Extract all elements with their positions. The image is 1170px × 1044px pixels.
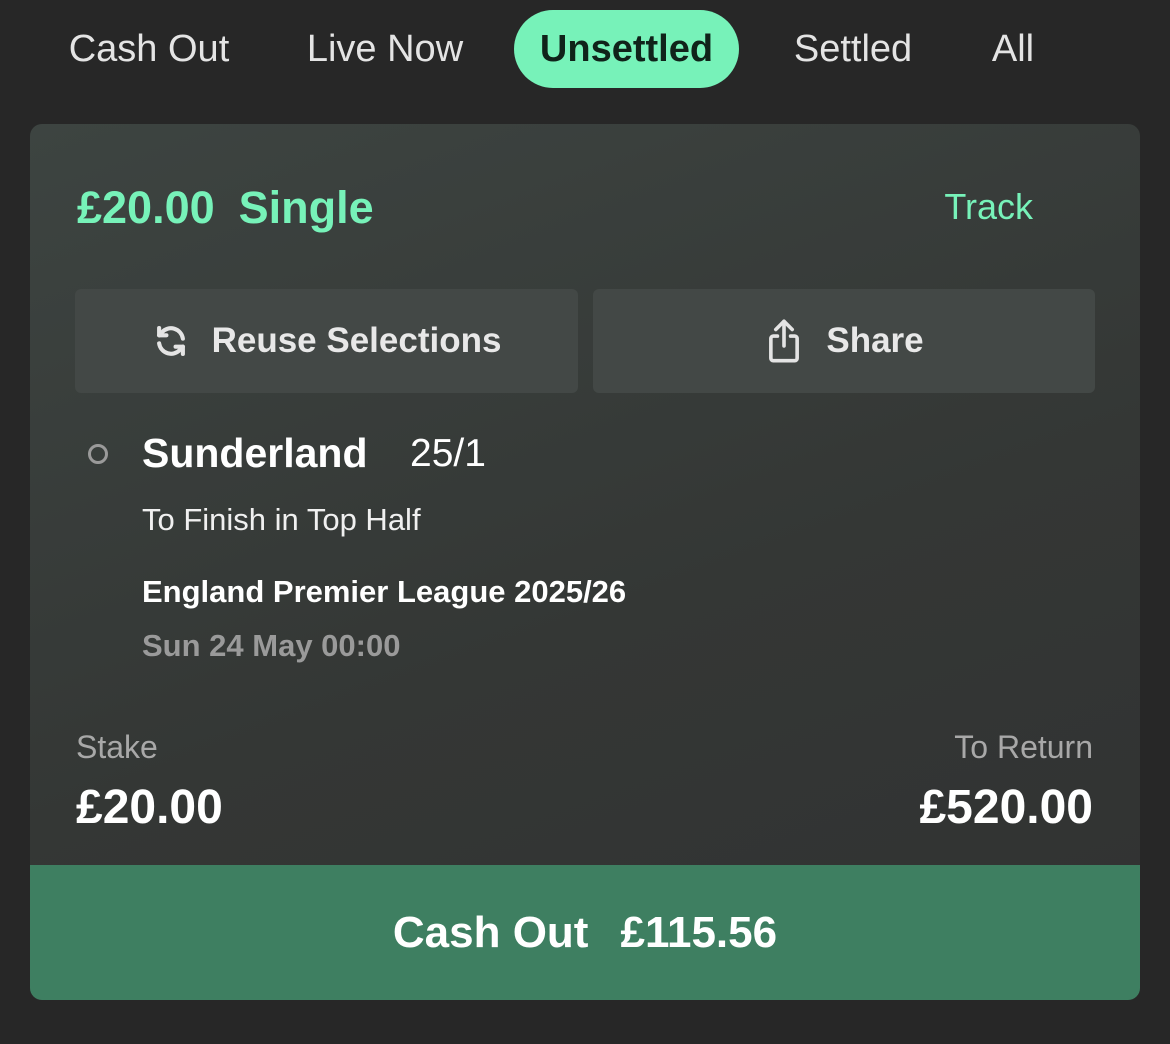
stake-value: £20.00	[76, 781, 223, 834]
track-link[interactable]: Track	[944, 186, 1033, 228]
cash-out-button[interactable]: Cash Out £115.56	[30, 865, 1140, 1000]
to-return-label: To Return	[954, 729, 1093, 765]
event-date: Sun 24 May 00:00	[142, 628, 401, 663]
selection-status-indicator	[88, 444, 108, 464]
cash-out-label: Cash Out	[392, 907, 589, 957]
bet-filter-tabs: Cash Out Live Now Unsettled Settled All	[0, 0, 1170, 100]
share-button[interactable]: Share	[593, 289, 1095, 393]
tab-unsettled[interactable]: Unsettled	[514, 10, 739, 88]
bet-stake-header: £20.00	[77, 182, 215, 233]
selection-market: To Finish in Top Half	[142, 502, 421, 537]
refresh-icon	[152, 322, 190, 360]
reuse-selections-label: Reuse Selections	[211, 321, 502, 360]
cash-out-amount: £115.56	[620, 907, 778, 957]
tab-cash-out[interactable]: Cash Out	[48, 10, 250, 88]
tab-settled[interactable]: Settled	[772, 10, 934, 88]
selection-odds: 25/1	[410, 432, 486, 475]
tab-live-now[interactable]: Live Now	[288, 10, 482, 88]
to-return-value: £520.00	[919, 781, 1093, 834]
share-label: Share	[826, 321, 924, 360]
bet-card: £20.00 Single Track Reuse Selections Shar…	[30, 124, 1140, 1000]
stake-label: Stake	[76, 729, 158, 765]
reuse-selections-button[interactable]: Reuse Selections	[75, 289, 578, 393]
tab-all[interactable]: All	[972, 10, 1054, 88]
event-name[interactable]: England Premier League 2025/26	[142, 574, 626, 610]
selection-name: Sunderland	[142, 430, 368, 476]
bet-header: £20.00 Single	[77, 182, 374, 234]
bet-type: Single	[238, 182, 374, 233]
share-icon	[764, 318, 804, 364]
